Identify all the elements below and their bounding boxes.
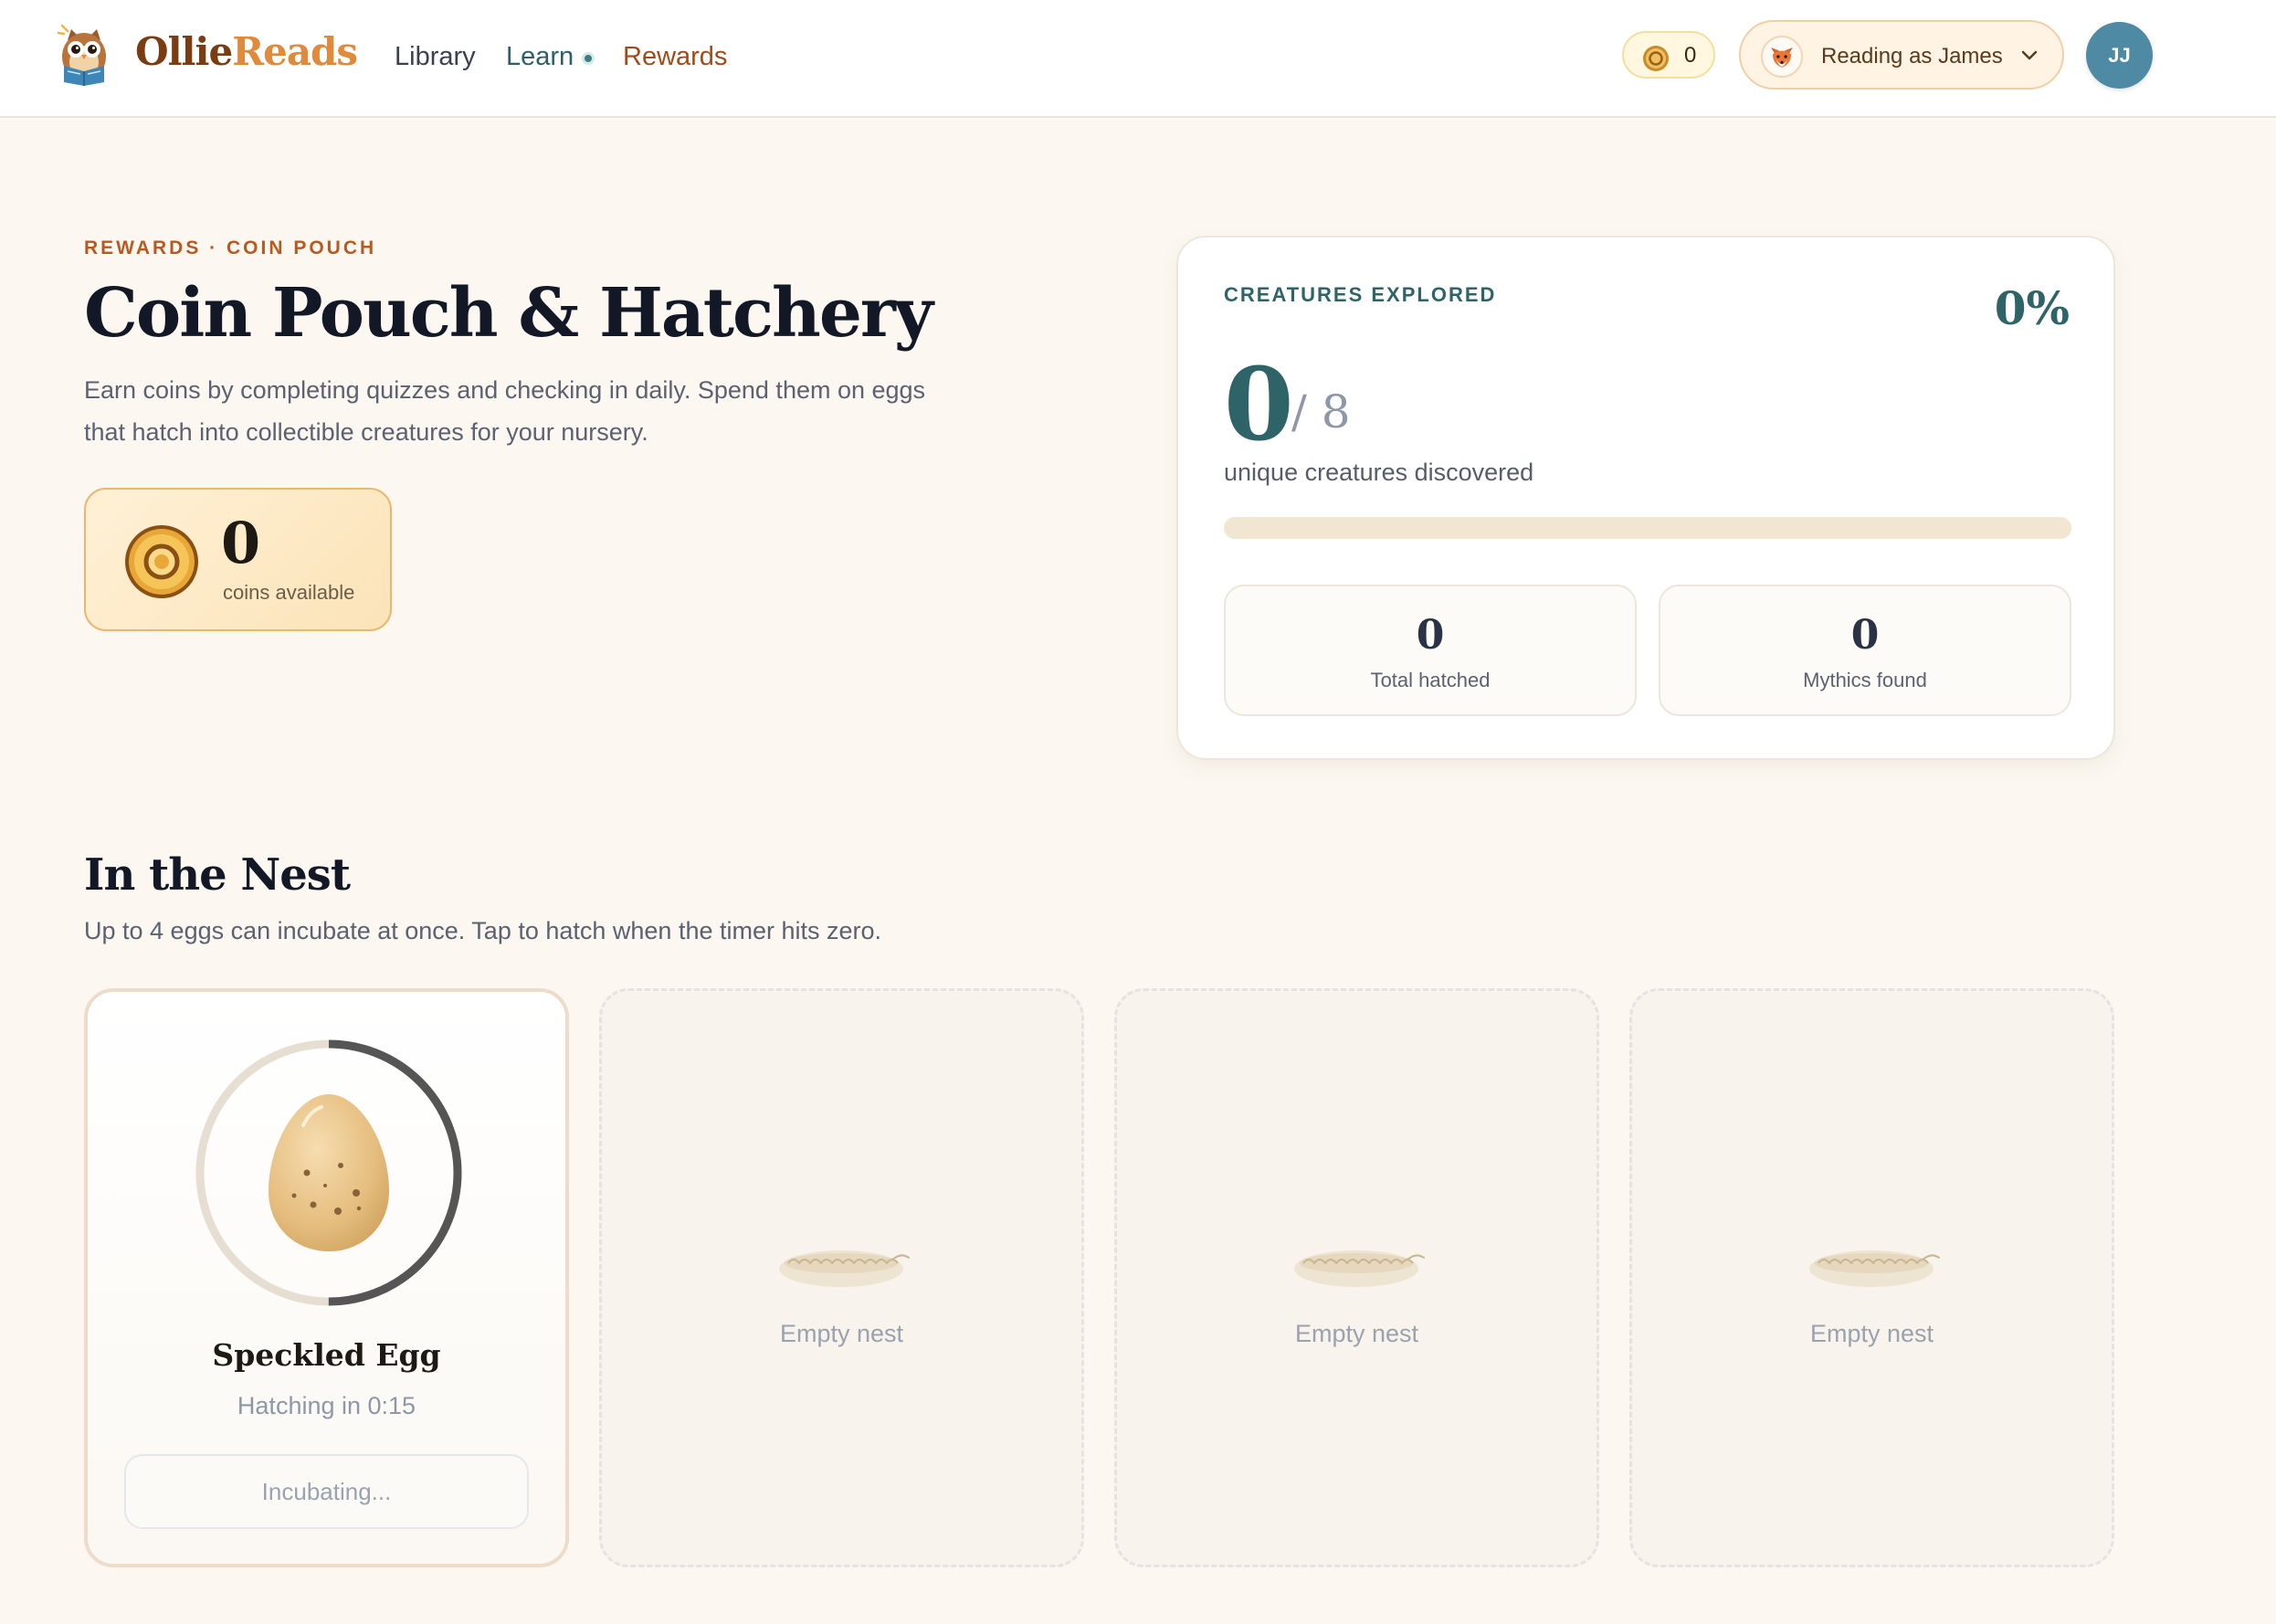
creatures-total-count: / 8 <box>1291 385 1351 438</box>
speckled-egg-icon <box>269 1094 389 1251</box>
creatures-explored-card: CREATURES EXPLORED 0% 0 / 8 unique creat… <box>1176 236 2115 760</box>
nav-link-rewards[interactable]: Rewards <box>623 42 727 72</box>
egg-name: Speckled Egg <box>212 1337 441 1373</box>
fox-avatar-icon <box>1761 36 1803 78</box>
page-description: Earn coins by completing quizzes and che… <box>84 376 926 446</box>
coin-icon <box>125 525 198 598</box>
nest-slot-empty[interactable]: Empty nest <box>1114 988 1599 1567</box>
coins-available-value: 0 <box>221 510 261 576</box>
total-hatched-value: 0 <box>1416 612 1445 659</box>
coin-balance-value: 0 <box>1684 43 1697 68</box>
creatures-subtitle: unique creatures discovered <box>1224 459 1534 486</box>
nest-slot-empty[interactable]: Empty nest <box>1629 988 2114 1567</box>
top-navigation-bar: OllieReads Library Learn Rewards 0 Readi… <box>0 0 2276 118</box>
empty-nest-label: Empty nest <box>779 1320 904 1347</box>
egg-hatch-timer: Hatching in 0:15 <box>237 1392 416 1419</box>
creatures-explored-percent: 0% <box>1994 281 2070 335</box>
incubation-timer-ring <box>195 1039 462 1306</box>
reader-profile-dropdown[interactable]: Reading as James <box>1739 20 2064 90</box>
incubating-button[interactable]: Incubating... <box>124 1454 529 1529</box>
page-title: Coin Pouch & Hatchery <box>84 274 933 353</box>
brand-wordmark[interactable]: OllieReads <box>135 29 358 74</box>
creatures-progress-bar <box>1224 517 2071 539</box>
creatures-explored-label: CREATURES EXPLORED <box>1224 283 1497 306</box>
total-hatched-stat: 0 Total hatched <box>1224 585 1637 716</box>
user-avatar[interactable]: JJ <box>2086 22 2153 89</box>
page-eyebrow: REWARDS · COIN POUCH <box>84 237 377 258</box>
total-hatched-label: Total hatched <box>1370 669 1491 691</box>
creatures-discovered-count: 0 <box>1224 345 1294 463</box>
mythics-found-label: Mythics found <box>1803 669 1927 691</box>
empty-nest-label: Empty nest <box>1809 1320 1934 1347</box>
nest-slot-empty[interactable]: Empty nest <box>599 988 1084 1567</box>
coins-available-caption: coins available <box>223 581 355 604</box>
nest-section-description: Up to 4 eggs can incubate at once. Tap t… <box>84 917 882 944</box>
nav-link-learn[interactable]: Learn <box>506 42 574 72</box>
chevron-down-icon <box>2021 50 2038 60</box>
brand-name-part-2: Reads <box>232 29 358 74</box>
nest-section-title: In the Nest <box>84 849 351 901</box>
empty-nest-label: Empty nest <box>1294 1320 1419 1347</box>
nest-slot-egg[interactable]: Speckled Egg Hatching in 0:15 Incubating… <box>84 988 569 1567</box>
brand-name-part-1: Ollie <box>135 29 233 74</box>
learn-notification-dot <box>582 52 595 65</box>
nav-link-library[interactable]: Library <box>395 42 476 72</box>
empty-nest-icon <box>1294 1250 1425 1287</box>
coin-icon <box>1643 46 1669 71</box>
coins-available-card: 0 coins available <box>84 488 392 631</box>
owl-logo-icon[interactable] <box>55 24 113 86</box>
empty-nest-icon <box>1809 1250 1940 1287</box>
mythics-found-stat: 0 Mythics found <box>1659 585 2071 716</box>
mythics-found-value: 0 <box>1850 612 1880 659</box>
empty-nest-icon <box>779 1250 910 1287</box>
reader-name-label: Reading as James <box>1821 44 2003 69</box>
coin-balance-chip[interactable]: 0 <box>1622 31 1715 79</box>
